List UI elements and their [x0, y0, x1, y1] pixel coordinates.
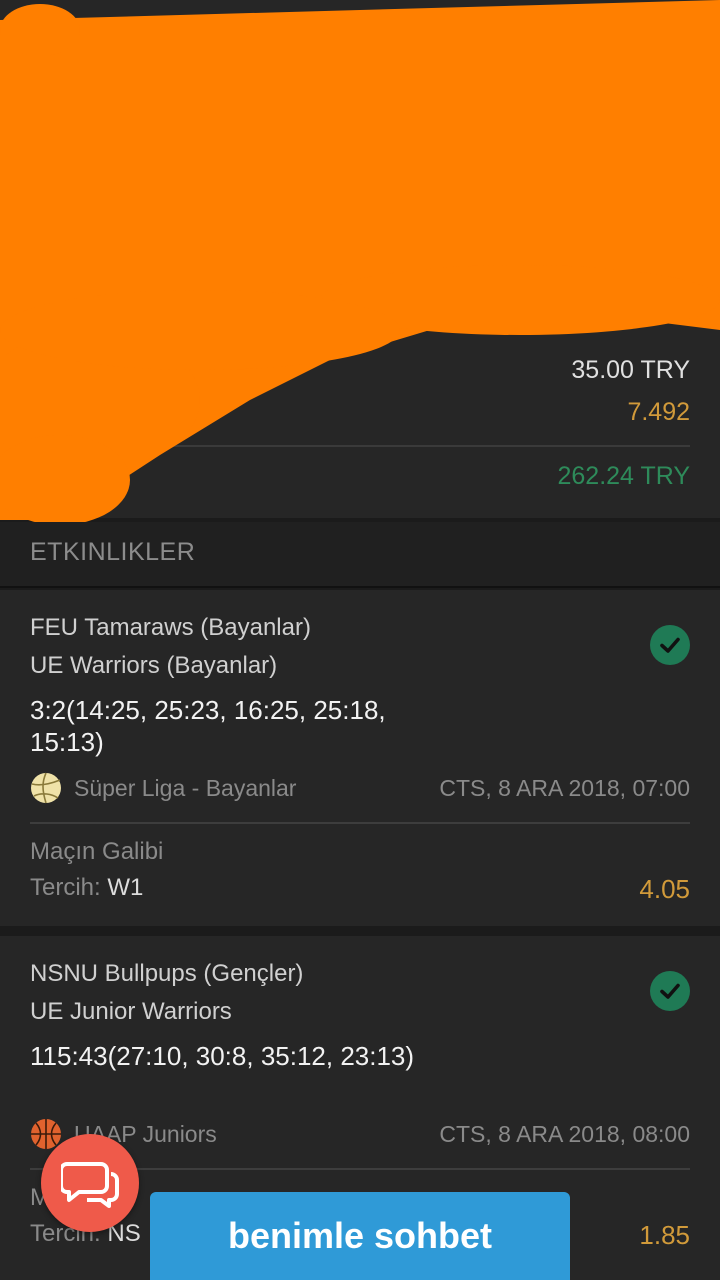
league-name: UAAP Juniors — [74, 1120, 217, 1147]
possible-win-row: N 262.24 TRY — [30, 462, 690, 491]
league-row: Süper Liga - Bayanlar CTS, 8 ARA 2018, 0… — [30, 772, 690, 804]
away-team: UE Warriors (Bayanlar) — [30, 652, 278, 679]
pick-value: W1 — [107, 874, 144, 901]
events-section-title: ETKINLIKLER — [30, 538, 196, 566]
pick-label: Tercih: — [30, 874, 101, 901]
chat-fab-button[interactable] — [41, 1134, 139, 1232]
stake-row: 35.00 TRY — [30, 356, 690, 385]
chat-bubbles-icon — [61, 1162, 119, 1208]
volleyball-icon — [31, 772, 61, 804]
total-odds-label: O — [30, 398, 50, 426]
event-card[interactable]: FEU Tamaraws (Bayanlar) UE Warriors (Bay… — [0, 590, 720, 926]
bet-slip-page: 35.00 TRY O 7.492 N 262.24 TRY ETKINLIKL… — [0, 0, 720, 1280]
match-date: CTS, 8 ARA 2018, 08:00 — [439, 1120, 690, 1147]
summary-divider — [30, 445, 690, 447]
match-score: 3:2(14:25, 25:23, 16:25, 25:18, 15:13) — [30, 695, 386, 757]
home-team: FEU Tamaraws (Bayanlar) — [30, 614, 311, 641]
total-odds-row: O 7.492 — [30, 398, 690, 427]
check-icon — [650, 971, 690, 1011]
league-row: UAAP Juniors CTS, 8 ARA 2018, 08:00 — [30, 1118, 690, 1150]
stake-value: 35.00 TRY — [571, 356, 690, 384]
total-odds-value: 7.492 — [627, 398, 690, 426]
bet-summary: 35.00 TRY O 7.492 N 262.24 TRY — [0, 0, 720, 518]
selection-odd: 1.85 — [639, 1220, 690, 1250]
away-team: UE Junior Warriors — [30, 998, 232, 1025]
league-name: Süper Liga - Bayanlar — [74, 774, 297, 801]
chat-with-me-button[interactable]: benimle sohbet — [150, 1192, 570, 1280]
possible-win-label: N — [30, 462, 49, 490]
match-date: CTS, 8 ARA 2018, 07:00 — [439, 774, 690, 801]
home-team: NSNU Bullpups (Gençler) — [30, 960, 304, 987]
selection-odd: 4.05 — [639, 874, 690, 904]
match-score: 115:43(27:10, 30:8, 35:12, 23:13) — [30, 1041, 415, 1071]
events-section-header: ETKINLIKLER — [0, 522, 720, 588]
pick-row: Tercih: W1 — [30, 874, 143, 902]
card-divider — [30, 822, 690, 824]
market-name: Maçın Galibi — [30, 838, 164, 865]
check-icon — [650, 625, 690, 665]
possible-win-value: 262.24 TRY — [557, 462, 690, 490]
